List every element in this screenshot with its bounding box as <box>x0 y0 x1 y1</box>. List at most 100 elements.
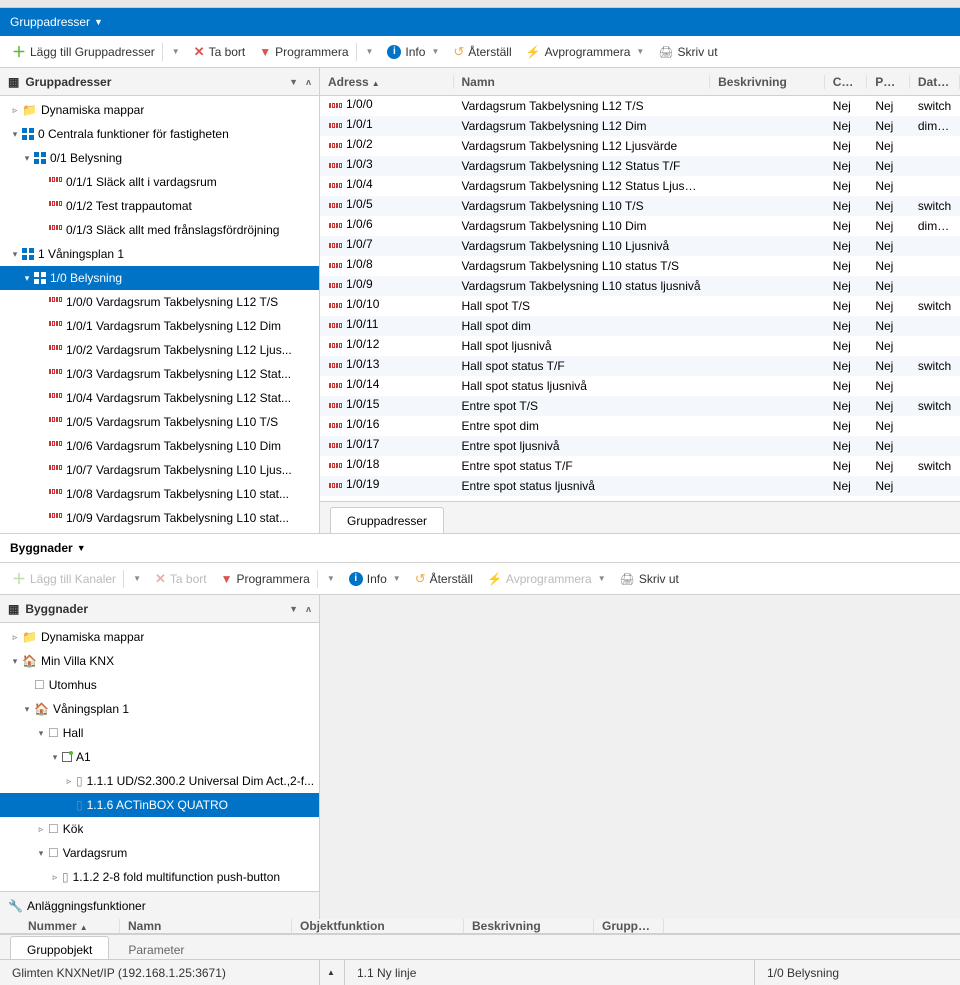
tree-row[interactable]: 0/1/2 Test trappautomat <box>0 194 319 218</box>
expand-icon[interactable]: ▾ <box>20 153 34 164</box>
print-button[interactable]: 🖨Skriv ut <box>652 42 723 62</box>
tree-row[interactable]: 1/0/2 Vardagsrum Takbelysning L12 Ljus..… <box>0 338 319 362</box>
groupaddress-tree[interactable]: ▹📁Dynamiska mappar▾0 Centrala funktioner… <box>0 96 319 533</box>
buildings-tree[interactable]: ▹📁Dynamiska mappar▾🏠Min Villa KNX☐Utomhu… <box>0 623 319 891</box>
expand-icon[interactable]: ▾ <box>8 129 22 140</box>
col-central[interactable]: Centra <box>825 75 868 89</box>
add-channels-button[interactable]: ＋Lägg till Kanaler▼ <box>6 566 147 592</box>
expand-icon[interactable]: ▾ <box>48 752 62 763</box>
tree-header-buildings[interactable]: ▦ Byggnader ▼ ʌ <box>0 595 319 623</box>
status-up-button[interactable]: ▲ <box>320 960 345 985</box>
panel-titlebar-groupaddresses[interactable]: Gruppadresser ▼ <box>0 8 960 36</box>
tree-row[interactable]: ▾1/0 Belysning <box>0 266 319 290</box>
expand-icon[interactable]: ▹ <box>34 824 48 835</box>
list-row[interactable]: 1/0/0Vardagsrum Takbelysning L12 T/SNejN… <box>320 96 960 116</box>
add-button[interactable]: ＋Lägg till Gruppadresser▼ <box>6 39 186 65</box>
tree-row[interactable]: ▾🏠Min Villa KNX <box>0 649 319 673</box>
delete-button[interactable]: ✕Ta bort <box>149 568 213 590</box>
list-row[interactable]: 1/0/9Vardagsrum Takbelysning L10 status … <box>320 276 960 296</box>
tree-row[interactable]: ▹📁Dynamiska mappar <box>0 625 319 649</box>
list-row[interactable]: 1/0/14Hall spot status ljusnivåNejNej <box>320 376 960 396</box>
chevron-down-icon[interactable]: ▼ <box>431 47 439 56</box>
chevron-down-icon[interactable]: ▼ <box>327 574 335 583</box>
tree-row[interactable]: ▹☐Kök <box>0 817 319 841</box>
chevron-down-icon[interactable]: ▼ <box>636 47 644 56</box>
list-row[interactable]: 1/0/12Hall spot ljusnivåNejNej <box>320 336 960 356</box>
list-row[interactable]: 1/0/3Vardagsrum Takbelysning L12 Status … <box>320 156 960 176</box>
list-row[interactable]: 1/0/5Vardagsrum Takbelysning L10 T/SNejN… <box>320 196 960 216</box>
list-row[interactable]: 1/0/15Entre spot T/SNejNejswitch <box>320 396 960 416</box>
list-row[interactable]: 1/0/16Entre spot dimNejNej <box>320 416 960 436</box>
tree-row[interactable]: 0/1/3 Släck allt med frånslagsfördröjnin… <box>0 218 319 242</box>
tab-parameter[interactable]: Parameter <box>111 936 201 959</box>
chevron-down-icon[interactable]: ▼ <box>172 47 180 56</box>
col-description[interactable]: Beskrivning <box>464 919 594 933</box>
tree-row[interactable]: 1/0/8 Vardagsrum Takbelysning L10 stat..… <box>0 482 319 506</box>
tree-row[interactable]: 1/0/0 Vardagsrum Takbelysning L12 T/S <box>0 290 319 314</box>
reset-button[interactable]: ↺Återställ <box>409 568 479 590</box>
tree-row[interactable]: ▾🏠Våningsplan 1 <box>0 697 319 721</box>
chevron-down-icon[interactable]: ▼ <box>289 604 298 614</box>
col-objectfunction[interactable]: Objektfunktion <box>292 919 464 933</box>
list-row[interactable]: 1/0/13Hall spot status T/FNejNejswitch <box>320 356 960 376</box>
list-row[interactable]: 1/0/1Vardagsrum Takbelysning L12 DimNejN… <box>320 116 960 136</box>
list-row[interactable]: 1/0/4Vardagsrum Takbelysning L12 Status … <box>320 176 960 196</box>
info-button[interactable]: iInfo▼ <box>343 569 407 589</box>
list-row[interactable]: 1/0/6Vardagsrum Takbelysning L10 DimNejN… <box>320 216 960 236</box>
tree-row[interactable]: ▾0/1 Belysning <box>0 146 319 170</box>
col-description[interactable]: Beskrivning <box>710 75 825 89</box>
list-row[interactable]: 1/0/11Hall spot dimNejNej <box>320 316 960 336</box>
tree-row[interactable]: 1/0/7 Vardagsrum Takbelysning L10 Ljus..… <box>0 458 319 482</box>
tree-header-groupaddresses[interactable]: ▦ Gruppadresser ▼ ʌ <box>0 68 319 96</box>
caret-up-icon[interactable]: ʌ <box>306 604 311 614</box>
list-row[interactable]: 1/0/8Vardagsrum Takbelysning L10 status … <box>320 256 960 276</box>
expand-icon[interactable]: ▾ <box>34 728 48 739</box>
expand-icon[interactable]: ▹ <box>62 776 76 787</box>
tree-row[interactable]: 0/1/1 Släck allt i vardagsrum <box>0 170 319 194</box>
col-name[interactable]: Namn <box>454 75 711 89</box>
tree-row[interactable]: ▹📁Dynamiska mappar <box>0 98 319 122</box>
reset-button[interactable]: ↺Återställ <box>447 41 517 63</box>
tree-row[interactable]: ▾0 Centrala funktioner för fastigheten <box>0 122 319 146</box>
expand-icon[interactable]: ▹ <box>8 105 22 116</box>
chevron-down-icon[interactable]: ▼ <box>393 574 401 583</box>
tree-row[interactable]: 1/0/3 Vardagsrum Takbelysning L12 Stat..… <box>0 362 319 386</box>
info-button[interactable]: iInfo▼ <box>381 42 445 62</box>
col-number[interactable]: Nummer▲ <box>0 919 120 933</box>
tree-row[interactable]: ▾1 Våningsplan 1 <box>0 242 319 266</box>
expand-icon[interactable]: ▾ <box>8 249 22 260</box>
tree-row[interactable]: 1/0/5 Vardagsrum Takbelysning L10 T/S <box>0 410 319 434</box>
tree-row[interactable]: ☐Utomhus <box>0 673 319 697</box>
list-row[interactable]: 1/0/17Entre spot ljusnivåNejNej <box>320 436 960 456</box>
tree-row[interactable]: ▯1.1.6 ACTinBOX QUATRO <box>0 793 319 817</box>
expand-icon[interactable]: ▾ <box>8 656 22 667</box>
chevron-down-icon[interactable]: ▼ <box>289 77 298 87</box>
tree-row[interactable]: ▾A1 <box>0 745 319 769</box>
list-row[interactable]: 1/0/10Hall spot T/SNejNejswitch <box>320 296 960 316</box>
unprogram-button[interactable]: ⚡Avprogrammera▼ <box>520 42 651 62</box>
tree-row[interactable]: 1/0/6 Vardagsrum Takbelysning L10 Dim <box>0 434 319 458</box>
chevron-down-icon[interactable]: ▼ <box>598 574 606 583</box>
print-button[interactable]: 🖨Skriv ut <box>614 569 685 589</box>
col-address[interactable]: Adress▲ <box>320 75 454 89</box>
list-row[interactable]: 1/0/7Vardagsrum Takbelysning L10 Ljusniv… <box>320 236 960 256</box>
tree-row[interactable]: 1/0/4 Vardagsrum Takbelysning L12 Stat..… <box>0 386 319 410</box>
caret-up-icon[interactable]: ʌ <box>306 77 311 87</box>
program-button[interactable]: ▼Programmera▼ <box>253 40 379 64</box>
chevron-down-icon[interactable]: ▼ <box>366 47 374 56</box>
chevron-down-icon[interactable]: ▼ <box>133 574 141 583</box>
tree-row[interactable]: ▹▯1.1.2 2-8 fold multifunction push-butt… <box>0 865 319 889</box>
expand-icon[interactable]: ▾ <box>34 848 48 859</box>
list-row[interactable]: 1/0/19Entre spot status ljusnivåNejNej <box>320 476 960 496</box>
expand-icon[interactable]: ▹ <box>8 632 22 643</box>
tab-gruppadresser[interactable]: Gruppadresser <box>330 507 444 533</box>
col-name[interactable]: Namn <box>120 919 292 933</box>
col-passer[interactable]: Passer <box>867 75 910 89</box>
panel-titlebar-buildings[interactable]: Byggnader ▼ <box>0 533 960 563</box>
config-functions-row[interactable]: 🔧 Anläggningsfunktioner <box>0 891 319 919</box>
tree-row[interactable]: ▾☐Hall <box>0 721 319 745</box>
list-row[interactable]: 1/0/2Vardagsrum Takbelysning L12 Ljusvär… <box>320 136 960 156</box>
col-datatype[interactable]: Dataty <box>910 75 960 89</box>
unprogram-button[interactable]: ⚡Avprogrammera▼ <box>481 569 612 589</box>
list-row[interactable]: 1/0/18Entre spot status T/FNejNejswitch <box>320 456 960 476</box>
